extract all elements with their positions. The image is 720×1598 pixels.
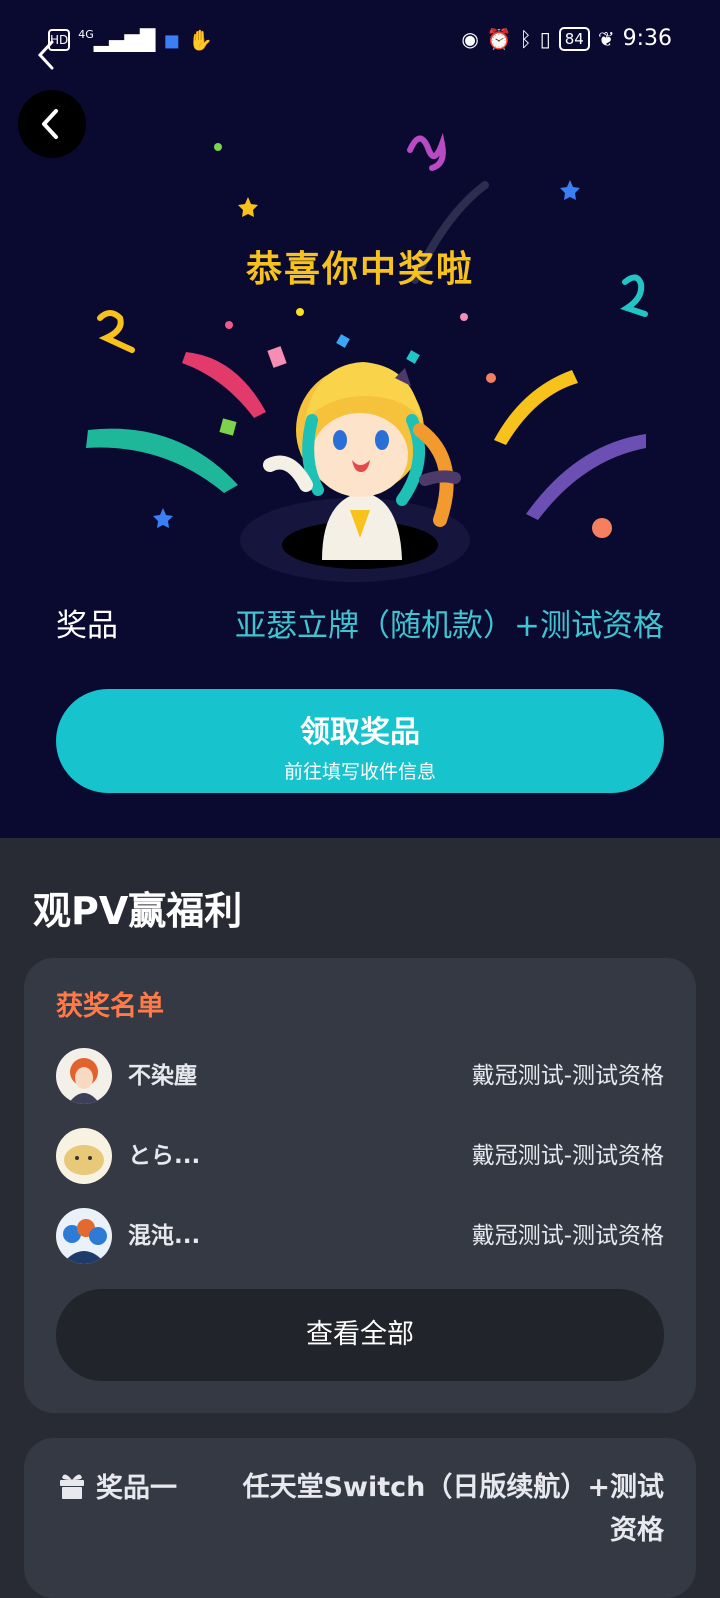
status-right-icons: ◉ ⏰ ᛒ ▯ 84 ❦ 9:36 (461, 26, 672, 51)
alarm-icon: ⏰ (486, 26, 512, 51)
avatar[interactable] (56, 1128, 112, 1184)
winner-prize: 戴冠测试-测试资格 (471, 1143, 664, 1169)
winners-card: 获奖名单 不染塵 戴冠测试-测试资格 とら... 戴冠测试-测试资格 混沌...… (24, 958, 696, 1413)
winners-title: 获奖名单 (56, 991, 164, 1022)
hand-app-icon: ✋ (187, 28, 213, 52)
hero-section: HD 4G▂▄▆█ ◼ ✋ ◉ ⏰ ᛒ ▯ 84 ❦ 9:36 恭喜你中奖啦 奖… (0, 0, 720, 838)
winner-row: 不染塵 戴冠测试-测试资格 (56, 1046, 664, 1106)
winner-name: 混沌... (128, 1223, 201, 1249)
status-time: 9:36 (622, 26, 672, 51)
winner-prize: 戴冠测试-测试资格 (471, 1223, 664, 1249)
claim-button-label: 领取奖品 (300, 715, 420, 750)
leaf-icon: ❦ (597, 26, 615, 51)
winner-row: 混沌... 戴冠测试-测试资格 (56, 1206, 664, 1266)
prize-label: 奖品 (56, 608, 118, 644)
claim-button-sublabel: 前往填写收件信息 (283, 761, 436, 783)
eye-icon: ◉ (461, 26, 479, 51)
prize-one-label: 奖品一 (96, 1473, 177, 1504)
prize-one-value: 任天堂Switch（日版续航）+测试资格 (242, 1472, 664, 1546)
gift-icon (60, 1474, 84, 1499)
claim-prize-button[interactable]: 领取奖品 前往填写收件信息 (56, 689, 664, 793)
view-all-button[interactable]: 查看全部 (56, 1289, 664, 1381)
winner-name: とら... (128, 1143, 201, 1169)
winner-prize: 戴冠测试-测试资格 (471, 1063, 664, 1089)
signal-4g-icon: 4G▂▄▆█ (78, 28, 156, 52)
chevron-left-icon (42, 109, 58, 139)
avatar[interactable] (56, 1048, 112, 1104)
status-bar: HD 4G▂▄▆█ ◼ ✋ ◉ ⏰ ᛒ ▯ 84 ❦ 9:36 (0, 0, 720, 80)
congrats-title: 恭喜你中奖啦 (245, 249, 474, 290)
section-title: 观PV赢福利 (33, 889, 243, 933)
prize-one-card: 奖品一 任天堂Switch（日版续航）+测试资格 (24, 1438, 696, 1598)
system-back-icon[interactable] (32, 38, 64, 72)
bluetooth-icon: ᛒ (519, 26, 532, 51)
network-label: 4G (78, 28, 94, 41)
shield-app-icon: ◼ (163, 28, 180, 52)
battery-icon: 84 (558, 26, 590, 51)
winner-name: 不染塵 (128, 1063, 197, 1089)
prize-row: 奖品 亚瑟立牌（随机款）+测试资格 (56, 600, 664, 648)
status-left-icons: HD 4G▂▄▆█ ◼ ✋ (48, 28, 213, 52)
vibrate-icon: ▯ (539, 26, 551, 51)
winner-row: とら... 戴冠测试-测试资格 (56, 1126, 664, 1186)
back-button[interactable] (18, 90, 86, 158)
avatar[interactable] (56, 1208, 112, 1264)
prize-value: 亚瑟立牌（随机款）+测试资格 (235, 608, 664, 644)
